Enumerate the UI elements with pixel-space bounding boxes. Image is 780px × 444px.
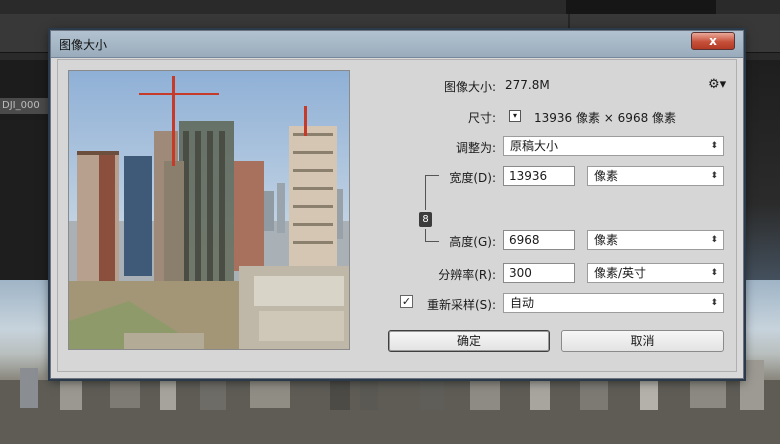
close-icon: x (709, 34, 717, 48)
constrain-proportions-link-icon[interactable]: 8 (419, 212, 432, 227)
resample-label: 重新采样(S): (426, 298, 496, 312)
fit-to-select[interactable]: 原稿大小 ⬍ (503, 136, 724, 156)
height-input[interactable]: 6968 (503, 230, 575, 250)
select-arrows-icon: ⬍ (710, 171, 718, 181)
workspace-right (740, 60, 780, 300)
fit-to-value: 原稿大小 (510, 139, 559, 153)
constrain-bracket-top (425, 175, 426, 210)
height-unit-value: 像素 (594, 233, 619, 247)
width-unit-select[interactable]: 像素 ⬍ (587, 166, 724, 186)
dimensions-unit-dropdown[interactable]: ▾ (509, 110, 521, 122)
ok-button[interactable]: 确定 (388, 330, 550, 352)
width-label: 宽度(D): (449, 171, 496, 185)
dialog-content: 图像大小: 277.8M ⚙▾ 尺寸: ▾ 13936 像素 × 6968 像素… (57, 59, 737, 372)
dialog-title: 图像大小 (59, 38, 108, 52)
image-size-dialog: 图像大小 x 图像大小: 277.8M ⚙▾ 尺寸: ▾ 13936 像素 × … (50, 30, 744, 379)
resolution-unit-select[interactable]: 像素/英寸 ⬍ (587, 263, 724, 283)
select-arrows-icon: ⬍ (710, 141, 718, 151)
resample-select[interactable]: 自动 ⬍ (503, 293, 724, 313)
select-arrows-icon: ⬍ (710, 268, 718, 278)
resample-value: 自动 (510, 296, 535, 310)
resample-checkbox[interactable]: ✓ (400, 295, 413, 308)
height-unit-select[interactable]: 像素 ⬍ (587, 230, 724, 250)
resolution-label: 分辨率(R): (438, 268, 496, 282)
document-tab[interactable]: DJI_000 (0, 98, 54, 114)
fit-to-label: 调整为: (455, 141, 496, 155)
resolution-input[interactable]: 300 (503, 263, 575, 283)
width-unit-value: 像素 (594, 169, 619, 183)
width-input[interactable]: 13936 (503, 166, 575, 186)
resolution-unit-value: 像素/英寸 (594, 266, 647, 280)
dialog-titlebar[interactable]: 图像大小 x (51, 31, 743, 58)
image-size-value: 277.8M (505, 78, 550, 92)
cancel-button[interactable]: 取消 (561, 330, 724, 352)
close-button[interactable]: x (691, 32, 735, 50)
select-arrows-icon: ⬍ (710, 298, 718, 308)
image-size-label: 图像大小: (443, 80, 496, 94)
gear-icon[interactable]: ⚙▾ (708, 77, 726, 92)
image-preview[interactable] (68, 70, 350, 350)
dimensions-label: 尺寸: (467, 111, 496, 125)
height-label: 高度(G): (449, 235, 496, 249)
preview-photo (69, 71, 349, 349)
workspace-left (0, 120, 52, 300)
select-arrows-icon: ⬍ (710, 235, 718, 245)
dimensions-value: 13936 像素 × 6968 像素 (534, 111, 677, 125)
